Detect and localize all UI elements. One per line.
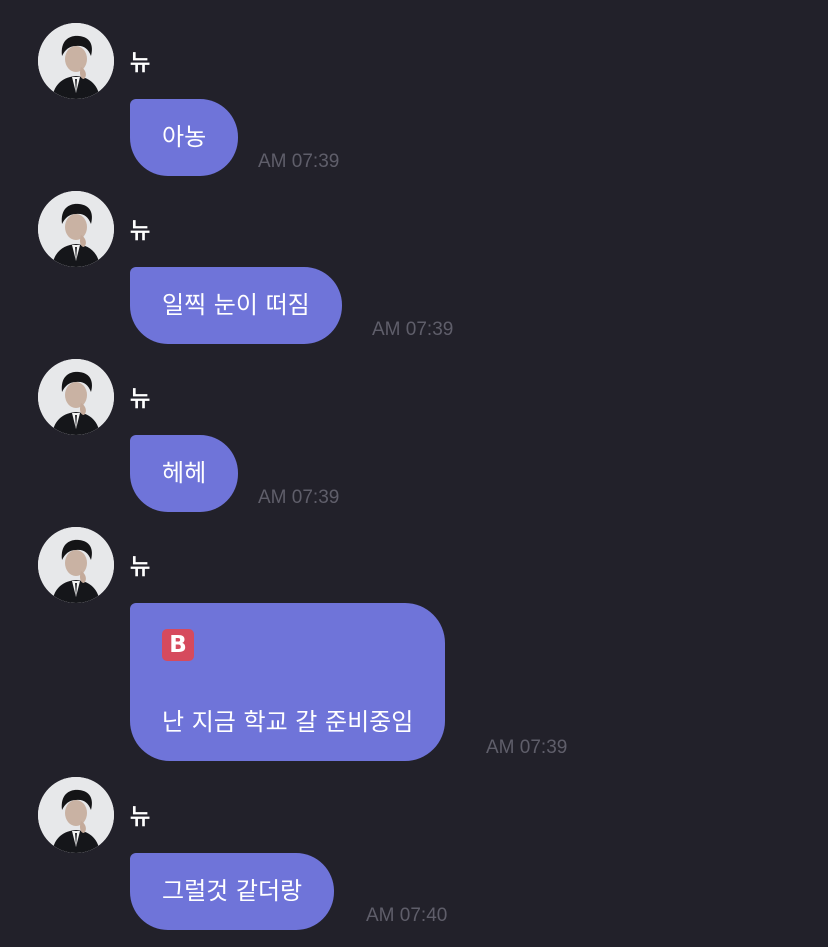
message-bubble[interactable]: 그럴것 같더랑 xyxy=(130,853,335,930)
message-group: 뉴 아농 AM 07:39 xyxy=(0,23,828,178)
avatar[interactable] xyxy=(38,777,114,853)
chat-message-list[interactable]: 뉴 아농 AM 07:39 뉴 일찍 눈이 떠짐 AM 07:39 뉴 헤헤 A… xyxy=(0,0,828,947)
avatar[interactable] xyxy=(38,23,114,99)
message-timestamp: AM 07:40 xyxy=(366,905,448,926)
avatar[interactable] xyxy=(38,191,114,267)
message-bubble[interactable]: B 난 지금 학교 갈 준비중임 xyxy=(130,603,446,761)
message-text: 난 지금 학교 갈 준비중임 xyxy=(162,708,414,736)
sender-name: 뉴 xyxy=(130,387,151,412)
message-group: 뉴 그럴것 같더랑 AM 07:40 xyxy=(0,777,828,932)
sender-name: 뉴 xyxy=(130,805,151,830)
message-bubble[interactable]: 일찍 눈이 떠짐 xyxy=(130,267,342,344)
message-group: 뉴 B 난 지금 학교 갈 준비중임 AM 07:39 xyxy=(0,527,828,772)
avatar[interactable] xyxy=(38,359,114,435)
b-emoji-icon: B xyxy=(162,629,194,661)
message-group: 뉴 일찍 눈이 떠짐 AM 07:39 xyxy=(0,191,828,346)
avatar[interactable] xyxy=(38,527,114,603)
sender-name: 뉴 xyxy=(130,51,151,76)
sender-name: 뉴 xyxy=(130,219,151,244)
message-bubble[interactable]: 아농 xyxy=(130,99,239,176)
message-bubble[interactable]: 헤헤 xyxy=(130,435,239,512)
message-timestamp: AM 07:39 xyxy=(258,151,340,172)
message-group: 뉴 헤헤 AM 07:39 xyxy=(0,359,828,514)
message-timestamp: AM 07:39 xyxy=(258,487,340,508)
message-timestamp: AM 07:39 xyxy=(372,319,454,340)
message-timestamp: AM 07:39 xyxy=(486,737,568,758)
sender-name: 뉴 xyxy=(130,555,151,580)
